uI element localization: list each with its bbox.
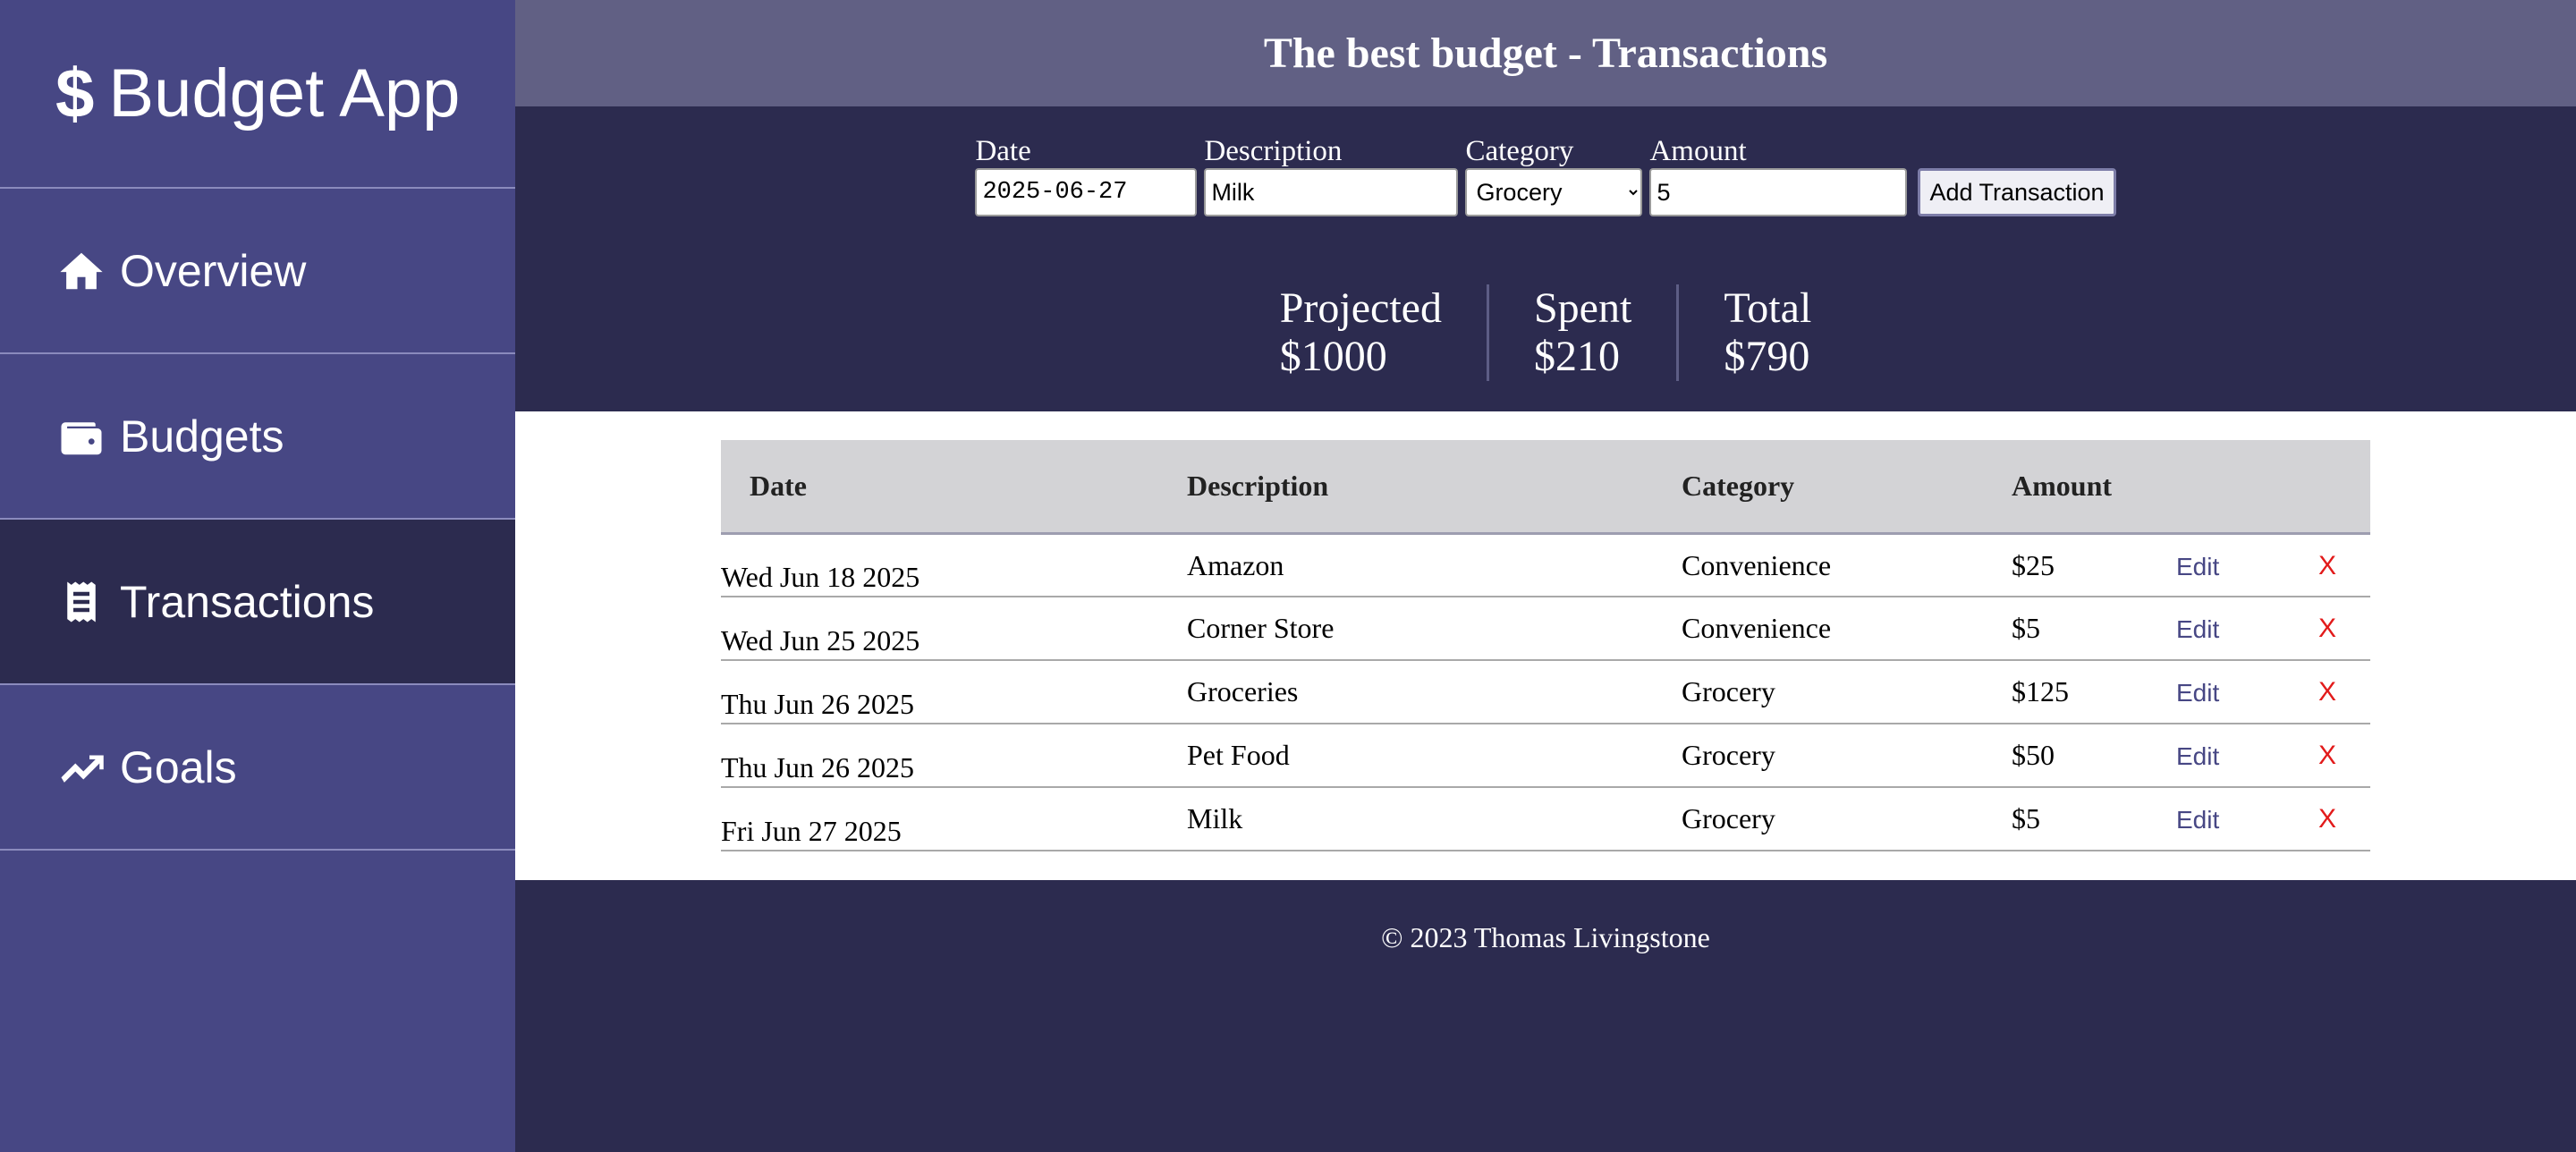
delete-button[interactable]: X: [2284, 724, 2370, 787]
page-title: The best budget - Transactions: [1263, 30, 1828, 77]
edit-button[interactable]: Edit: [2176, 660, 2284, 724]
cell-amount: $50: [2012, 739, 2055, 771]
sidebar-item-label: Budgets: [120, 411, 284, 462]
cell-date: Wed Jun 18 2025: [721, 561, 920, 593]
cell-description: Amazon: [1187, 548, 1284, 581]
cell-category: Grocery: [1682, 802, 1775, 834]
stat-projected: Projected $1000: [1235, 284, 1487, 381]
add-transaction-form: Date Description Category Grocery Amount…: [515, 134, 2576, 216]
brand-title: Budget App: [108, 55, 461, 131]
stat-label: Spent: [1533, 284, 1632, 332]
edit-button[interactable]: Edit: [2176, 724, 2284, 787]
brand[interactable]: $ Budget App: [0, 0, 515, 189]
cell-category: Grocery: [1682, 675, 1775, 707]
sidebar-item-overview[interactable]: Overview: [0, 189, 515, 354]
edit-button[interactable]: Edit: [2176, 787, 2284, 851]
description-input[interactable]: [1204, 168, 1459, 216]
column-header-delete: [2284, 440, 2370, 533]
amount-label: Amount: [1649, 135, 1747, 167]
cell-category: Grocery: [1682, 739, 1775, 771]
category-label: Category: [1465, 135, 1574, 167]
cell-description: Groceries: [1187, 675, 1299, 707]
cell-amount: $125: [2012, 675, 2069, 707]
transactions-table: Date Description Category Amount Wed Jun…: [721, 440, 2370, 851]
main-content: The best budget - Transactions Date Desc…: [515, 0, 2576, 1152]
sidebar-item-label: Overview: [120, 245, 307, 296]
delete-button[interactable]: X: [2284, 533, 2370, 597]
date-label: Date: [975, 135, 1031, 167]
edit-button[interactable]: Edit: [2176, 597, 2284, 660]
column-header-amount: Amount: [2012, 469, 2113, 502]
table-row: Thu Jun 26 2025 Groceries Grocery $125 E…: [721, 660, 2370, 724]
cell-amount: $5: [2012, 802, 2040, 834]
table-row: Wed Jun 18 2025 Amazon Convenience $25 E…: [721, 533, 2370, 597]
table-row: Wed Jun 25 2025 Corner Store Convenience…: [721, 597, 2370, 660]
sidebar-item-transactions[interactable]: Transactions: [0, 520, 515, 685]
column-header-category: Category: [1682, 469, 1795, 502]
date-field-group: Date: [975, 134, 1198, 216]
category-select[interactable]: Grocery: [1465, 168, 1643, 216]
cell-date: Wed Jun 25 2025: [721, 624, 920, 656]
sidebar-item-label: Goals: [120, 741, 237, 792]
cell-date: Thu Jun 26 2025: [721, 751, 914, 784]
stat-value: $210: [1533, 333, 1620, 380]
budget-summary: Projected $1000 Spent $210 Total $790: [515, 284, 2576, 381]
add-transaction-button[interactable]: Add Transaction: [1918, 168, 2116, 216]
sidebar: $ Budget App Overview Budgets Transactio…: [0, 0, 515, 1152]
home-icon: [55, 245, 107, 297]
table-row: Fri Jun 27 2025 Milk Grocery $5 Edit X: [721, 787, 2370, 851]
transactions-section: Date Description Category Amount Wed Jun…: [515, 411, 2576, 880]
dollar-icon: $: [55, 54, 95, 132]
receipt-icon: [55, 576, 107, 628]
sidebar-item-budgets[interactable]: Budgets: [0, 354, 515, 520]
cell-description: Pet Food: [1187, 739, 1290, 771]
cell-date: Fri Jun 27 2025: [721, 815, 902, 847]
page-header: The best budget - Transactions: [515, 0, 2576, 106]
cell-amount: $5: [2012, 612, 2040, 644]
column-header-date: Date: [750, 469, 807, 502]
sidebar-item-goals[interactable]: Goals: [0, 685, 515, 851]
stat-label: Total: [1724, 284, 1812, 332]
date-input[interactable]: [975, 168, 1198, 216]
edit-button[interactable]: Edit: [2176, 533, 2284, 597]
sidebar-item-label: Transactions: [120, 576, 375, 627]
description-label: Description: [1204, 135, 1343, 167]
amount-field-group: Amount: [1649, 134, 1908, 216]
cell-date: Thu Jun 26 2025: [721, 688, 914, 720]
stat-label: Projected: [1279, 284, 1442, 332]
stat-spent: Spent $210: [1486, 284, 1676, 381]
cell-amount: $25: [2012, 548, 2055, 581]
amount-input[interactable]: [1649, 168, 1908, 216]
cell-category: Convenience: [1682, 548, 1832, 581]
table-row: Thu Jun 26 2025 Pet Food Grocery $50 Edi…: [721, 724, 2370, 787]
cell-description: Corner Store: [1187, 612, 1335, 644]
table-header-row: Date Description Category Amount: [721, 440, 2370, 533]
stat-value: $790: [1724, 333, 1810, 380]
footer-copyright: © 2023 Thomas Livingstone: [1381, 921, 1710, 953]
delete-button[interactable]: X: [2284, 660, 2370, 724]
column-header-edit: [2176, 440, 2284, 533]
stat-total: Total $790: [1676, 284, 1856, 381]
stat-value: $1000: [1279, 333, 1387, 380]
category-field-group: Category Grocery: [1465, 134, 1643, 216]
cell-description: Milk: [1187, 802, 1243, 834]
delete-button[interactable]: X: [2284, 787, 2370, 851]
column-header-description: Description: [1187, 469, 1329, 502]
wallet-icon: [55, 411, 107, 462]
trending-up-icon: [55, 741, 107, 793]
cell-category: Convenience: [1682, 612, 1832, 644]
delete-button[interactable]: X: [2284, 597, 2370, 660]
description-field-group: Description: [1204, 134, 1459, 216]
